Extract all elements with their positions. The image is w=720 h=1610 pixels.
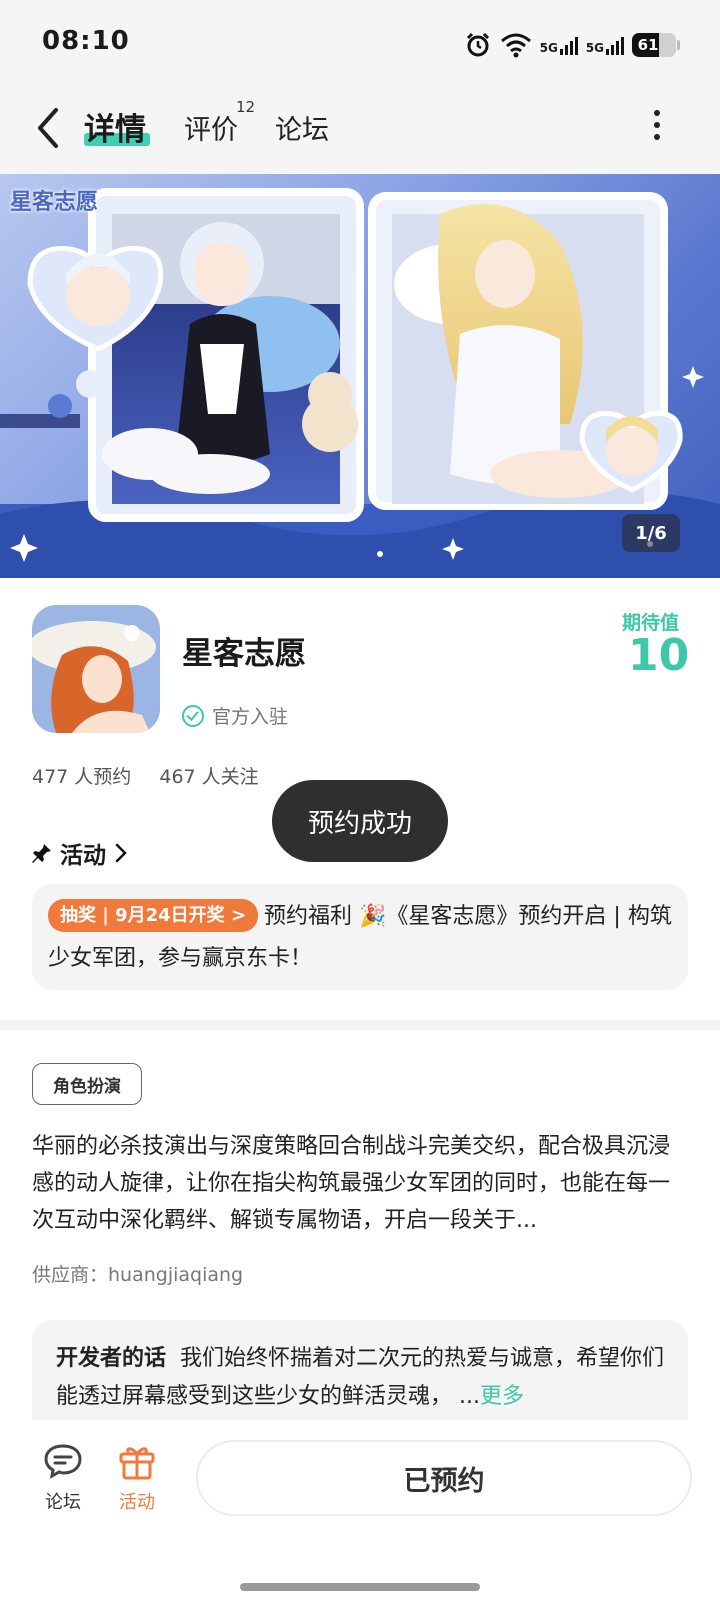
banner-artwork [0, 188, 720, 578]
toast-message: 预约成功 [272, 780, 448, 862]
banner-logo: 星客志愿 [10, 189, 99, 215]
reserved-button[interactable]: 已预约 [196, 1440, 692, 1516]
forum-icon [44, 1444, 82, 1479]
signal-icon-1: 5G [540, 35, 578, 55]
verified-check-icon [182, 704, 204, 727]
activity-nav-button[interactable]: 活动 [112, 1442, 162, 1514]
section-divider [0, 1020, 720, 1030]
tab-detail[interactable]: 详情 [84, 104, 146, 149]
reservation-count: 477 人预约 [32, 766, 132, 788]
signal-icon-2: 5G [586, 35, 624, 55]
more-link[interactable]: 更多 [480, 1384, 524, 1409]
network-type-2: 5G [585, 41, 604, 55]
network-type-1: 5G [539, 41, 558, 55]
home-indicator[interactable] [240, 1583, 480, 1591]
activity-nav-label: 活动 [119, 1492, 155, 1513]
alarm-icon [466, 32, 489, 57]
status-time: 08:10 [42, 26, 130, 56]
tab-detail-label: 详情 [84, 112, 146, 148]
lottery-badge: 抽奖 | 9月24日开奖 > [48, 899, 259, 932]
app-title: 星客志愿 [182, 636, 306, 672]
review-count: 12 [236, 98, 256, 116]
banner-carousel[interactable] [0, 174, 720, 578]
official-badge: 官方入驻 [182, 702, 288, 729]
official-label: 官方入驻 [212, 706, 289, 728]
supplier-info: 供应商：huangjiaqiang [32, 1264, 244, 1286]
tab-forum[interactable]: 论坛 [275, 108, 329, 147]
tab-review[interactable]: 评价 [184, 108, 238, 147]
chevron-right-icon [115, 843, 127, 863]
banner-page-indicator: 1/6 [622, 514, 680, 552]
developer-note[interactable]: 开发者的话 我们始终怀揣着对二次元的热爱与诚意，希望你们能透过屏幕感受到这些少女的… [56, 1340, 666, 1416]
activity-header[interactable]: 活动 [32, 836, 128, 870]
status-icons: 5G 5G 61 [464, 28, 680, 62]
app-icon [32, 605, 160, 733]
forum-nav-label: 论坛 [45, 1492, 81, 1513]
pin-icon [32, 844, 51, 863]
expectation-value: 10 [628, 630, 690, 681]
forum-nav-button[interactable]: 论坛 [38, 1442, 88, 1514]
more-menu-icon[interactable] [652, 110, 662, 142]
battery-icon: 61 [632, 33, 680, 57]
genre-tag[interactable]: 角色扮演 [32, 1063, 142, 1105]
wifi-icon [500, 33, 531, 58]
developer-note-title: 开发者的话 [56, 1346, 167, 1371]
activity-heading: 活动 [60, 843, 106, 869]
app-stats: 477 人预约 467 人关注 [32, 762, 281, 789]
battery-level: 61 [637, 36, 659, 54]
back-icon[interactable] [30, 104, 70, 152]
gift-icon [119, 1447, 155, 1480]
activity-item[interactable]: 抽奖 | 9月24日开奖 > 预约福利 🎉《星客志愿》预约开启 | 构筑少女军团，… [48, 896, 674, 980]
follower-count: 467 人关注 [159, 766, 259, 788]
game-description[interactable]: 华丽的必杀技演出与深度策略回合制战斗完美交织，配合极具沉浸感的动人旋律，让你在指… [32, 1128, 688, 1239]
